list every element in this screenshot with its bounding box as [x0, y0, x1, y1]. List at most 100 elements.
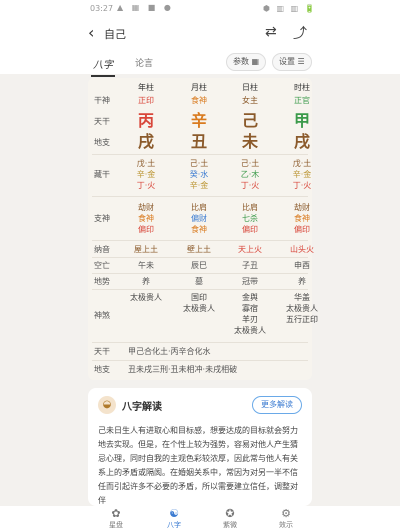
- zhishen-item: 比肩: [242, 203, 258, 212]
- zhishen-item: 偏印: [294, 225, 310, 234]
- canggan-item: 丁·火: [292, 181, 312, 190]
- shensha-item: 太极贵人: [234, 326, 266, 335]
- row-label: 地支: [94, 365, 110, 374]
- divider: [92, 196, 308, 197]
- divider: [92, 154, 308, 155]
- cell-ganshen-month: 食神: [191, 96, 207, 105]
- tiangan-relation-text: 甲己合化土·丙辛合化水: [128, 347, 211, 356]
- cell-zhishen-month: 比肩 偏财 食神: [173, 202, 225, 235]
- row-label: 纳音: [94, 245, 110, 254]
- share-icon[interactable]: ⤴: [293, 23, 307, 43]
- canggan-item: 己·土: [240, 159, 260, 168]
- cell-dishi-hour: 养: [298, 277, 306, 286]
- cell-dishi-month: 墓: [195, 277, 203, 286]
- cell-shensha-year: 太极贵人: [120, 292, 172, 303]
- cell-zhishen-year: 劫财 食神 偏印: [120, 202, 172, 235]
- cell-canggan-year: 戊·土 辛·金 丁·火: [120, 158, 172, 191]
- zhishen-item: 食神: [191, 225, 207, 234]
- row-label: 神煞: [94, 311, 110, 320]
- cell-ganshen-year: 正印: [138, 96, 154, 105]
- row-label: 藏干: [94, 170, 110, 179]
- cell-nayin-month: 壁上土: [187, 245, 211, 254]
- row-label: 天干: [94, 347, 110, 356]
- tab-second[interactable]: 论言: [135, 56, 153, 69]
- zhishen-item: 劫财: [294, 203, 310, 212]
- shensha-item: 太极贵人: [286, 304, 318, 313]
- row-label: 空亡: [94, 261, 110, 270]
- shensha-item: 寡宿: [242, 304, 258, 313]
- more-reading-button[interactable]: 更多解读: [252, 396, 302, 414]
- cell-tiangan-month: 辛: [190, 111, 207, 130]
- cell-canggan-month: 己·土 癸·水 辛·金: [173, 158, 225, 191]
- tab-bar: 八字 论言 参数 ▦ 设置 ☰: [0, 48, 400, 77]
- swap-icon[interactable]: ⇄: [265, 24, 277, 40]
- cell-tiangan-hour: 甲: [293, 111, 310, 130]
- params-button[interactable]: 参数 ▦: [226, 53, 267, 71]
- divider: [92, 257, 308, 258]
- col-header-year: 年柱: [138, 83, 154, 92]
- cell-shensha-month: 国印 太极贵人: [173, 292, 225, 314]
- params-label: 参数: [233, 57, 249, 66]
- canggan-item: 癸·水: [189, 170, 209, 179]
- settings-button[interactable]: 设置 ☰: [272, 53, 312, 71]
- zhishen-item: 偏印: [138, 225, 154, 234]
- canggan-item: 戊·土: [136, 159, 156, 168]
- bowl-icon: ◒: [98, 396, 116, 414]
- cell-shensha-hour: 华盖 太极贵人 五行正印: [276, 292, 328, 325]
- settings-label: 设置: [279, 57, 295, 66]
- bazi-table: 年柱 月柱 日柱 时柱 干神 正印 食神 女主 正官 天干 丙 辛 己 甲 地支…: [88, 78, 318, 380]
- nav-xingpan[interactable]: ✿ 星盘: [96, 508, 136, 530]
- bottom-nav: ✿ 星盘 ☯ 八字 ✪ 紫微 ⚙ 效示: [0, 506, 400, 532]
- cell-tiangan-year: 丙: [137, 111, 154, 130]
- shensha-item: 华盖: [294, 293, 310, 302]
- status-right-icons: ⬢ ▥ ▥ 🔋: [263, 4, 317, 13]
- divider: [92, 289, 308, 290]
- nav-ziwei[interactable]: ✪ 紫微: [210, 508, 250, 530]
- zhishen-item: 食神: [138, 214, 154, 223]
- row-label: 干神: [94, 96, 110, 105]
- cell-dizhi-hour: 戌: [293, 132, 310, 151]
- divider: [92, 240, 308, 241]
- row-label: 天干: [94, 117, 110, 126]
- status-time: 03:27: [90, 4, 114, 13]
- canggan-item: 丁·火: [240, 181, 260, 190]
- row-label: 地支: [94, 138, 110, 147]
- shensha-item: 金舆: [242, 293, 258, 302]
- divider: [92, 360, 308, 361]
- zhishen-item: 劫财: [138, 203, 154, 212]
- nav-other[interactable]: ⚙ 效示: [266, 508, 306, 530]
- status-icons: ▲ ▦ ■ ●: [117, 3, 174, 12]
- gear-icon: ⚙: [281, 507, 291, 520]
- row-label: 支神: [94, 214, 110, 223]
- cell-ganshen-day: 女主: [242, 96, 258, 105]
- cell-nayin-year: 屋上土: [134, 245, 158, 254]
- reading-panel: ◒ 八字解读 更多解读 己未日生人有进取心和目标感，想要达成的目标就会努力地去实…: [88, 388, 312, 506]
- back-icon[interactable]: ‹: [88, 23, 94, 42]
- canggan-item: 丁·火: [136, 181, 156, 190]
- cell-canggan-hour: 戊·土 辛·金 丁·火: [276, 158, 328, 191]
- canggan-item: 乙·木: [240, 170, 260, 179]
- shensha-item: 国印: [191, 293, 207, 302]
- zhishen-item: 比肩: [191, 203, 207, 212]
- status-bar: 03:27 ▲ ▦ ■ ● ⬢ ▥ ▥ 🔋: [0, 0, 400, 18]
- canggan-item: 辛·金: [189, 181, 209, 190]
- sliders-icon: ☰: [297, 57, 305, 66]
- tab-bazi[interactable]: 八字: [91, 56, 115, 77]
- grid-icon: ▦: [251, 57, 260, 66]
- zhishen-item: 偏印: [242, 225, 258, 234]
- dizhi-relation-text: 丑未戌三刑·丑未相冲·未戌相破: [128, 365, 238, 374]
- reading-text: 己未日生人有进取心和目标感，想要达成的目标就会努力地去实现。但是，在个性上较为强…: [98, 426, 298, 505]
- ziwei-icon: ✪: [225, 507, 235, 520]
- nav-bazi[interactable]: ☯ 八字: [154, 508, 194, 530]
- zhishen-item: 偏财: [191, 214, 207, 223]
- shensha-item: 太极贵人: [130, 293, 162, 302]
- reading-title: 八字解读: [122, 402, 162, 413]
- cell-kongwang-year: 午未: [138, 261, 154, 270]
- yinyang-icon: ☯: [169, 507, 179, 520]
- canggan-item: 辛·金: [136, 170, 156, 179]
- nav-label: 八字: [167, 521, 181, 529]
- canggan-item: 辛·金: [292, 170, 312, 179]
- canggan-item: 戊·土: [292, 159, 312, 168]
- cell-dizhi-day: 未: [241, 132, 258, 151]
- divider: [92, 273, 308, 274]
